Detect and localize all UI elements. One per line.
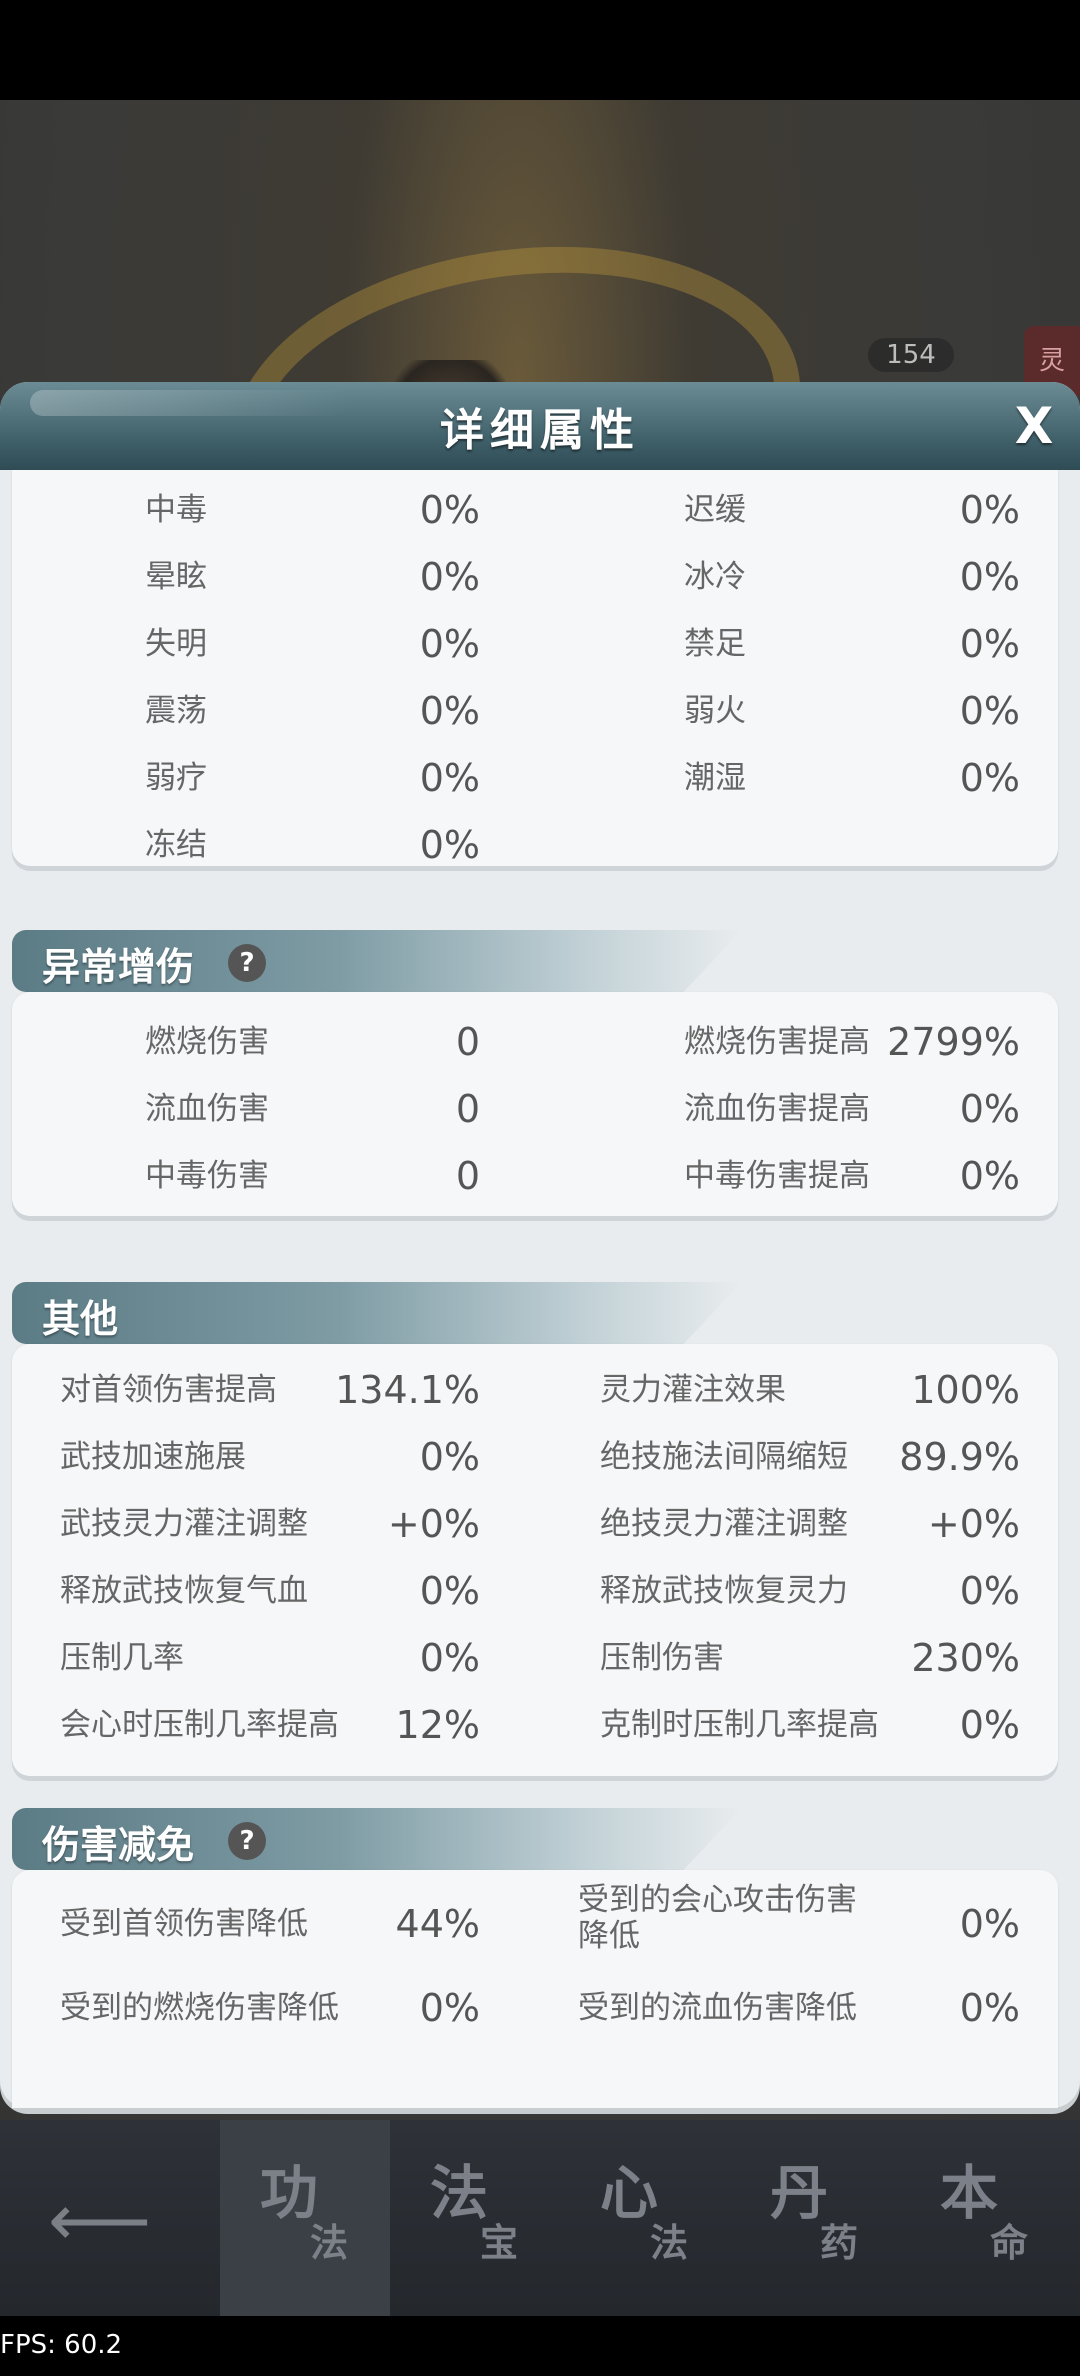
back-arrow-icon[interactable]: ⟵	[48, 2180, 151, 2260]
stat-value: 0%	[959, 555, 1020, 599]
section-title: 其他	[42, 1297, 119, 1341]
stat-value: 0%	[959, 689, 1020, 733]
stat-label: 绝技灵力灌注调整	[600, 1506, 848, 1542]
help-icon[interactable]: ?	[228, 1822, 266, 1860]
stat-label: 压制几率	[60, 1640, 184, 1676]
tab-danyao[interactable]: 丹 药	[730, 2120, 900, 2316]
stat-label: 绝技施法间隔缩短	[600, 1439, 848, 1475]
tab-benming[interactable]: 本 命	[900, 2120, 1070, 2316]
stat-label: 受到的会心攻击伤害降低	[578, 1882, 857, 1954]
stat-label: 受到的燃烧伤害降低	[60, 1990, 339, 2026]
stat-label: 灵力灌注效果	[600, 1372, 786, 1408]
stat-value: 12%	[395, 1703, 480, 1747]
stat-value: 0%	[419, 1569, 480, 1613]
stat-value: 2799%	[887, 1020, 1020, 1064]
section-header-abnormal-damage: 异常增伤 ?	[12, 930, 1072, 992]
fps-counter: FPS: 60.2	[0, 2330, 123, 2360]
stat-value: 89.9%	[899, 1435, 1020, 1479]
stat-label: 受到的流血伤害降低	[578, 1990, 857, 2026]
section-header-damage-reduction: 伤害减免 ?	[12, 1808, 1072, 1870]
stat-label: 克制时压制几率提高	[600, 1707, 879, 1743]
detail-attributes-panel: 详细属性 X 中毒 0% 迟缓 0% 晕眩 0% 冰冷 0% 失明 0% 禁足 …	[0, 382, 1080, 2108]
stat-value: 0	[455, 1154, 480, 1198]
stat-value: +0%	[927, 1502, 1020, 1546]
stat-value: 0%	[419, 1636, 480, 1680]
stat-label: 压制伤害	[600, 1640, 724, 1676]
stat-label: 晕眩	[145, 559, 207, 595]
stat-value: 0%	[959, 1154, 1020, 1198]
stat-label: 禁足	[684, 626, 746, 662]
panel-title: 详细属性	[440, 405, 640, 456]
stat-label: 燃烧伤害	[145, 1024, 269, 1060]
help-icon[interactable]: ?	[228, 944, 266, 982]
stat-value: 44%	[395, 1902, 480, 1946]
stat-label: 会心时压制几率提高	[60, 1707, 339, 1743]
attributes-scroll-area[interactable]: 中毒 0% 迟缓 0% 晕眩 0% 冰冷 0% 失明 0% 禁足 0% 震荡 0…	[0, 470, 1080, 2108]
stat-label: 武技灵力灌注调整	[60, 1506, 308, 1542]
close-icon[interactable]: X	[1004, 396, 1064, 456]
stat-value: 0%	[419, 1986, 480, 2030]
stat-value: 0%	[419, 689, 480, 733]
section-header-other: 其他	[12, 1282, 1072, 1344]
stat-value: 0%	[959, 488, 1020, 532]
stat-label: 流血伤害提高	[684, 1091, 870, 1127]
stat-value: 0%	[419, 555, 480, 599]
stat-label: 对首领伤害提高	[60, 1372, 277, 1408]
stat-label: 流血伤害	[145, 1091, 269, 1127]
stat-value: 0%	[959, 622, 1020, 666]
stat-label: 释放武技恢复灵力	[600, 1573, 848, 1609]
stat-value: 0%	[419, 823, 480, 867]
bottom-nav: ⟵ 功 法 法 宝 心 法 丹 药 本 命	[0, 2120, 1080, 2316]
stat-value: 0%	[959, 1902, 1020, 1946]
stat-value: 230%	[911, 1636, 1020, 1680]
stat-label: 中毒伤害	[145, 1158, 269, 1194]
stat-value: 0	[455, 1087, 480, 1131]
stat-value: 0%	[959, 756, 1020, 800]
stat-label: 弱火	[684, 693, 746, 729]
stat-value: +0%	[387, 1502, 480, 1546]
stat-label: 受到首领伤害降低	[60, 1906, 308, 1942]
stat-label: 中毒	[145, 492, 207, 528]
tab-gongfa[interactable]: 功 法	[220, 2120, 390, 2316]
section-title: 伤害减免	[42, 1823, 195, 1867]
stat-label: 潮湿	[684, 760, 746, 796]
stat-label: 迟缓	[684, 492, 746, 528]
tab-xinfa[interactable]: 心 法	[560, 2120, 730, 2316]
panel-header: 详细属性 X	[0, 382, 1080, 470]
stat-value: 0%	[959, 1703, 1020, 1747]
section-title: 异常增伤	[42, 945, 195, 989]
stat-label: 中毒伤害提高	[684, 1158, 870, 1194]
stat-label: 冻结	[145, 827, 207, 863]
stat-label: 震荡	[145, 693, 207, 729]
stat-label: 武技加速施展	[60, 1439, 246, 1475]
stat-value: 0%	[419, 622, 480, 666]
stat-value: 0%	[959, 1087, 1020, 1131]
stat-value: 134.1%	[335, 1368, 480, 1412]
stat-label: 弱疗	[145, 760, 207, 796]
stat-value: 0%	[419, 1435, 480, 1479]
stat-value: 100%	[911, 1368, 1020, 1412]
status-bar	[0, 0, 1080, 100]
stat-value: 0%	[419, 756, 480, 800]
stat-label: 释放武技恢复气血	[60, 1573, 308, 1609]
stat-label: 失明	[145, 626, 207, 662]
stat-value: 0	[455, 1020, 480, 1064]
tab-fabao[interactable]: 法 宝	[390, 2120, 560, 2316]
stat-label: 冰冷	[684, 559, 746, 595]
stat-value: 0%	[959, 1569, 1020, 1613]
stat-value: 0%	[959, 1986, 1020, 2030]
stat-value: 0%	[419, 488, 480, 532]
level-badge: 154	[868, 338, 954, 372]
